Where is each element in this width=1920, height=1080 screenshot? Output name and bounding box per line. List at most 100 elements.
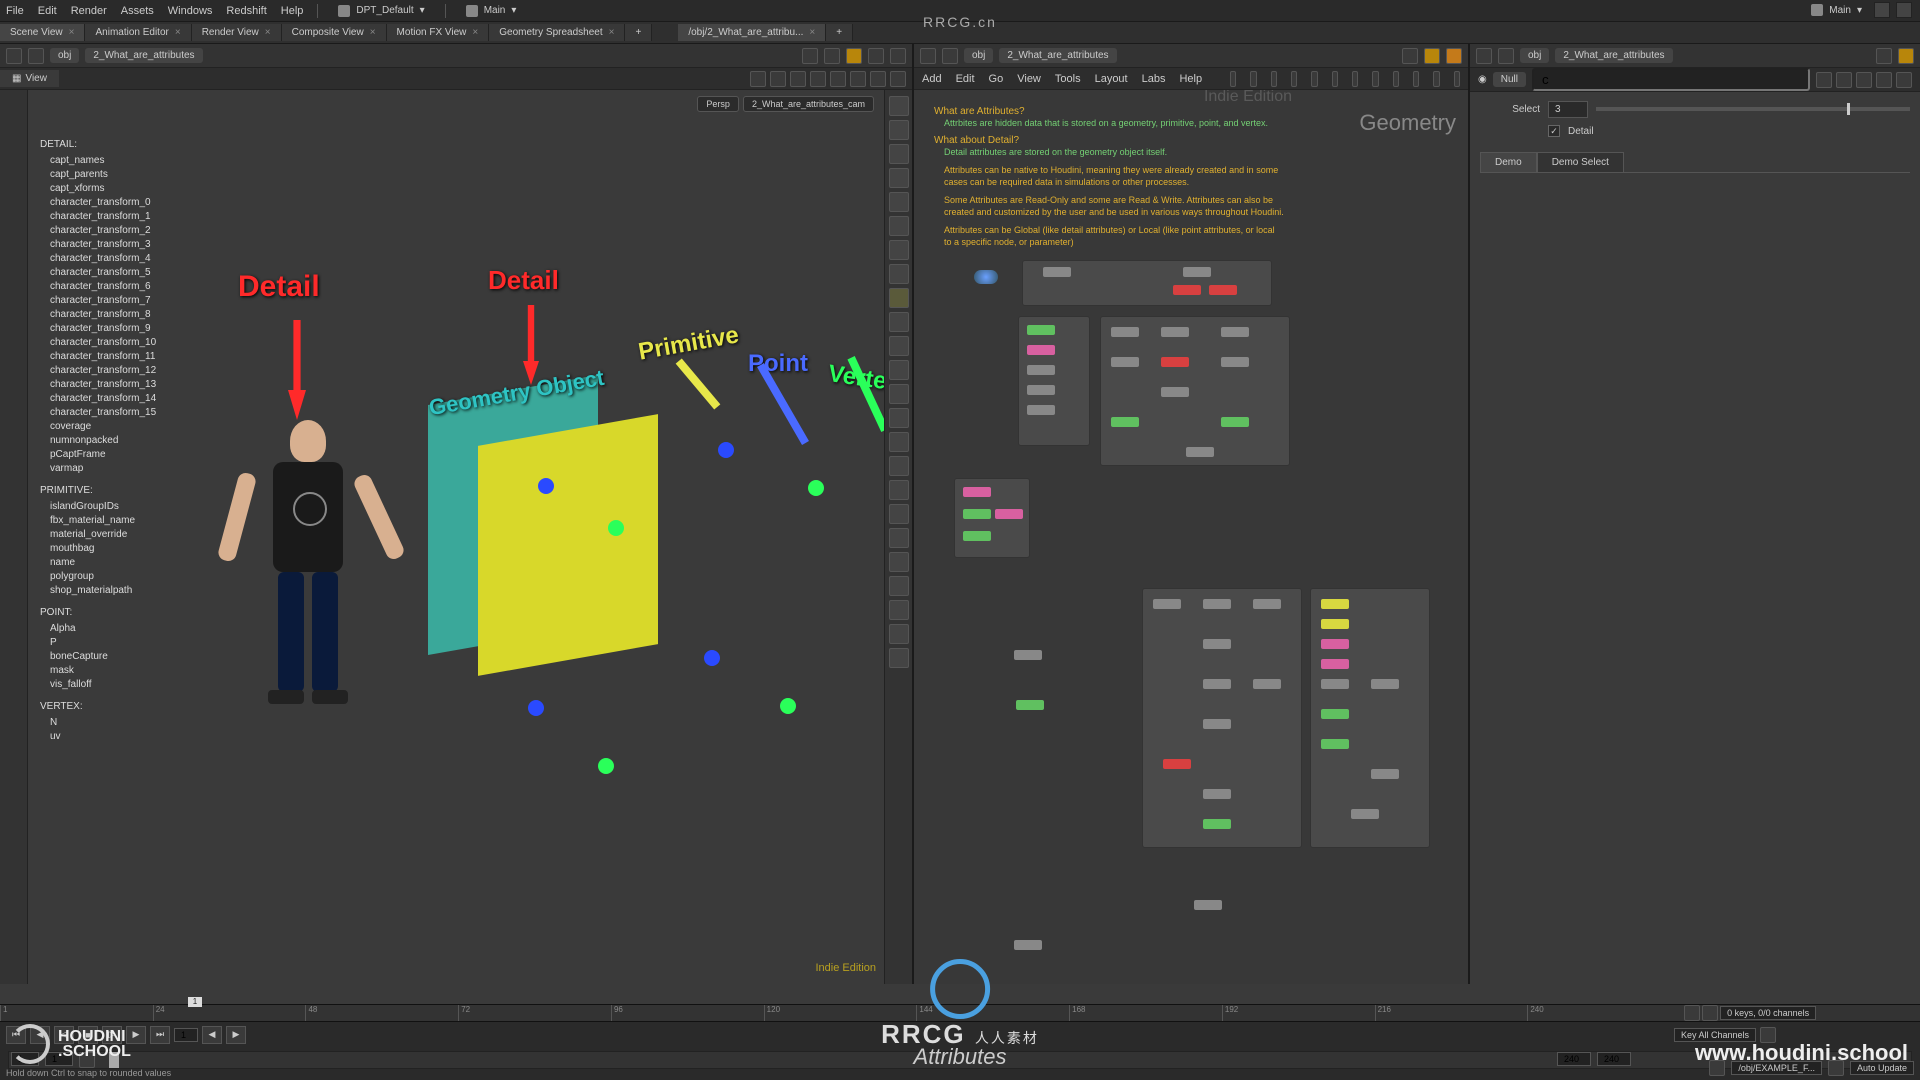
node[interactable] (1027, 405, 1055, 415)
node[interactable] (1209, 285, 1237, 295)
path-obj[interactable]: obj (50, 48, 79, 63)
tool-icon[interactable] (1311, 71, 1317, 87)
tab-demo-select[interactable]: Demo Select (1537, 152, 1624, 172)
select-icon[interactable] (750, 71, 766, 87)
path-obj[interactable]: obj (964, 48, 993, 63)
node[interactable] (1194, 900, 1222, 910)
tool-icon[interactable] (1393, 71, 1399, 87)
net-menu-add[interactable]: Add (922, 73, 942, 85)
menu-windows[interactable]: Windows (168, 5, 213, 17)
node[interactable] (1161, 387, 1189, 397)
shelf-dropdown-1[interactable]: DPT_Default ▾ (332, 5, 430, 17)
forward-icon[interactable] (942, 48, 958, 64)
tool-icon[interactable] (1271, 71, 1277, 87)
net-menu-tools[interactable]: Tools (1055, 73, 1081, 85)
menu-redshift[interactable]: Redshift (226, 5, 266, 17)
home-icon[interactable] (889, 96, 909, 116)
node-group[interactable] (1310, 588, 1430, 848)
tab-demo[interactable]: Demo (1480, 152, 1537, 172)
close-icon[interactable]: × (472, 27, 478, 38)
misc-icon[interactable] (889, 600, 909, 620)
node[interactable] (1321, 739, 1349, 749)
node[interactable] (1027, 325, 1055, 335)
node[interactable] (1321, 709, 1349, 719)
node[interactable] (1371, 679, 1399, 689)
node[interactable] (963, 487, 991, 497)
wire-icon[interactable] (889, 312, 909, 332)
node[interactable] (1014, 940, 1042, 950)
forward-icon[interactable] (28, 48, 44, 64)
ghost-icon[interactable] (889, 192, 909, 212)
menu-edit[interactable]: Edit (38, 5, 57, 17)
layout-button[interactable] (1874, 2, 1890, 18)
node[interactable] (1016, 700, 1044, 710)
lock2-icon[interactable] (889, 144, 909, 164)
close-icon[interactable]: × (175, 27, 181, 38)
search-icon[interactable] (1433, 71, 1439, 87)
tool-icon[interactable] (1352, 71, 1358, 87)
node[interactable] (1253, 599, 1281, 609)
misc-icon[interactable] (889, 552, 909, 572)
help-icon[interactable] (1454, 71, 1460, 87)
snap-icon[interactable] (889, 384, 909, 404)
node[interactable] (1111, 417, 1139, 427)
shelf-dropdown-2[interactable]: Main ▾ (460, 5, 523, 17)
node[interactable] (963, 509, 991, 519)
display-icon[interactable] (1898, 48, 1914, 64)
light-icon[interactable] (889, 240, 909, 260)
view-tab[interactable]: ▦View (0, 70, 59, 87)
cam-icon[interactable] (889, 264, 909, 284)
misc-icon[interactable] (889, 648, 909, 668)
node[interactable] (1183, 267, 1211, 277)
node[interactable] (1186, 447, 1214, 457)
node[interactable] (1163, 759, 1191, 769)
tool-icon[interactable] (1250, 71, 1256, 87)
net-menu-edit[interactable]: Edit (956, 73, 975, 85)
snap-icon[interactable] (889, 360, 909, 380)
tab-add[interactable]: + (625, 24, 652, 41)
tool-icon[interactable] (1372, 71, 1378, 87)
misc-icon[interactable] (889, 432, 909, 452)
end-frame-field[interactable] (1557, 1052, 1591, 1066)
viewport-3d[interactable]: Persp 2_What_are_attributes_cam DETAIL: … (28, 90, 912, 984)
menu-help[interactable]: Help (281, 5, 304, 17)
tool-icon[interactable] (1230, 71, 1236, 87)
node[interactable] (995, 509, 1023, 519)
tool-icon[interactable] (1332, 71, 1338, 87)
path-node[interactable]: 2_What_are_attributes (1555, 48, 1672, 63)
node[interactable] (1173, 285, 1201, 295)
node[interactable] (1153, 599, 1181, 609)
desktop-dropdown[interactable]: Main ▾ (1805, 4, 1868, 16)
cam-node[interactable]: 2_What_are_attributes_cam (743, 96, 874, 112)
node-group[interactable] (1018, 316, 1090, 446)
range-right-button[interactable]: ▶ (226, 1026, 246, 1044)
help-button[interactable] (1896, 2, 1912, 18)
close-icon[interactable]: × (609, 27, 615, 38)
node[interactable] (1203, 719, 1231, 729)
tab-motion-fx[interactable]: Motion FX View× (387, 24, 490, 41)
select-field[interactable] (1548, 101, 1588, 118)
node[interactable] (1203, 639, 1231, 649)
misc-icon[interactable] (889, 480, 909, 500)
forward-icon[interactable] (1498, 48, 1514, 64)
scale-icon[interactable] (810, 71, 826, 87)
sticky-note[interactable]: What are Attributes? Attrbites are hidde… (934, 100, 1284, 248)
back-icon[interactable] (6, 48, 22, 64)
pin-icon[interactable] (1876, 48, 1892, 64)
path-node[interactable]: 2_What_are_attributes (85, 48, 202, 63)
network-graph[interactable]: Indie Edition Geometry What are Attribut… (914, 90, 1468, 984)
key-next-icon[interactable] (1702, 1005, 1718, 1021)
detail-checkbox[interactable]: ✓ (1548, 125, 1560, 137)
node[interactable] (1221, 357, 1249, 367)
ctx-icon[interactable] (890, 48, 906, 64)
node[interactable] (1043, 267, 1071, 277)
close-icon[interactable]: × (370, 27, 376, 38)
tab-render-view[interactable]: Render View× (192, 24, 282, 41)
cur-frame-field[interactable] (174, 1028, 198, 1042)
template-icon[interactable] (868, 48, 884, 64)
quickmark-node[interactable] (974, 270, 998, 284)
node[interactable] (1203, 819, 1231, 829)
net-menu-layout[interactable]: Layout (1095, 73, 1128, 85)
eye-icon[interactable] (824, 48, 840, 64)
node[interactable] (1027, 385, 1055, 395)
